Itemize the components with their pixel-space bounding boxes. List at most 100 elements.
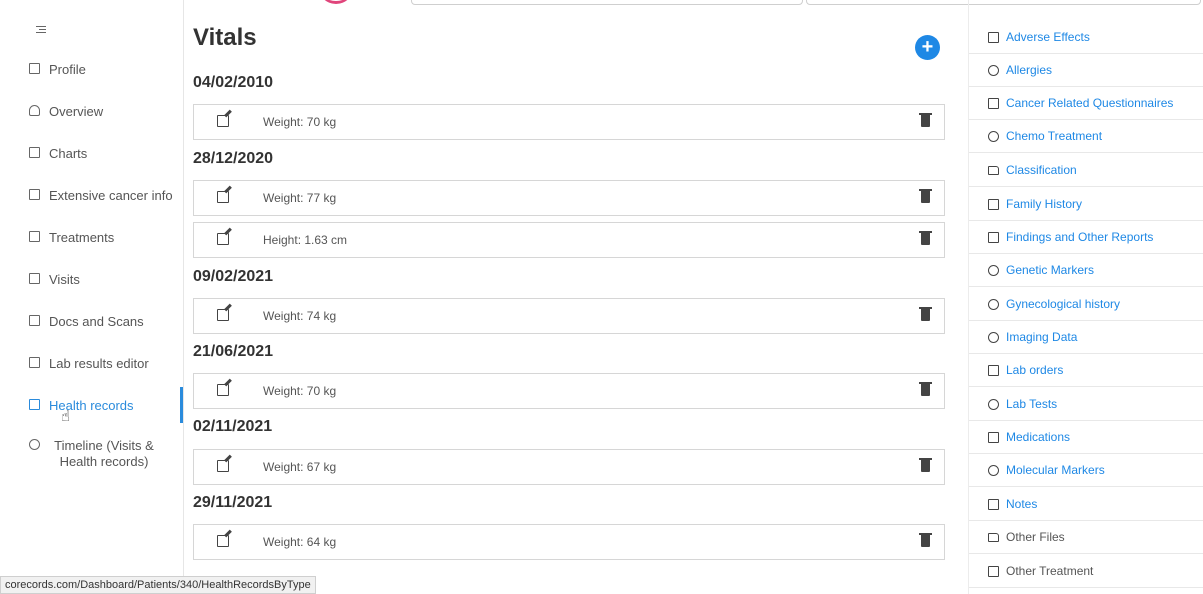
record-type-label: Cancer Related Questionnaires bbox=[1006, 96, 1174, 110]
hand-cursor-icon: ☝ bbox=[61, 408, 71, 425]
record-type-family-history[interactable]: Family History bbox=[969, 188, 1203, 221]
edit-icon[interactable] bbox=[217, 191, 229, 203]
allergies-icon bbox=[988, 64, 999, 76]
menu-toggle-icon[interactable] bbox=[36, 26, 46, 35]
trash-icon[interactable] bbox=[919, 307, 932, 321]
sidebar-item-profile[interactable]: Profile bbox=[0, 62, 184, 78]
treatment-icon bbox=[988, 565, 999, 577]
record-row: Height: 1.63 cm bbox=[193, 222, 945, 258]
clipboard-icon bbox=[29, 189, 40, 200]
record-type-cancer-questionnaires[interactable]: Cancer Related Questionnaires bbox=[969, 87, 1203, 120]
record-row: Weight: 64 kg bbox=[193, 524, 945, 560]
record-type-other-files[interactable]: Other Files bbox=[969, 521, 1203, 554]
add-record-button[interactable]: + bbox=[915, 35, 940, 60]
record-type-notes[interactable]: Notes bbox=[969, 488, 1203, 521]
adverse-effects-icon bbox=[988, 31, 999, 43]
record-type-panel: Adverse Effects Allergies Cancer Related… bbox=[968, 0, 1203, 594]
record-type-label: Gynecological history bbox=[1006, 297, 1121, 311]
record-type-label: Genetic Markers bbox=[1006, 263, 1095, 277]
edit-icon[interactable] bbox=[217, 460, 229, 472]
trash-icon[interactable] bbox=[919, 382, 932, 396]
sidebar-item-charts[interactable]: Charts bbox=[0, 146, 184, 162]
record-type-other-treatment[interactable]: Other Treatment bbox=[969, 555, 1203, 588]
record-type-label: Molecular Markers bbox=[1006, 463, 1105, 477]
sidebar-item-health-records[interactable]: Health records bbox=[0, 398, 184, 414]
sidebar-item-label: Overview bbox=[49, 104, 104, 119]
document-icon bbox=[988, 231, 999, 243]
date-heading: 29/11/2021 bbox=[193, 494, 273, 511]
record-type-medications[interactable]: Medications bbox=[969, 421, 1203, 454]
record-type-label: Lab Tests bbox=[1006, 397, 1058, 411]
record-type-molecular-markers[interactable]: Molecular Markers bbox=[969, 454, 1203, 487]
record-type-label: Imaging Data bbox=[1006, 330, 1078, 344]
folder-icon bbox=[988, 532, 999, 542]
note-icon bbox=[988, 498, 999, 510]
record-row: Weight: 67 kg bbox=[193, 449, 945, 485]
sidebar-item-visits[interactable]: Visits bbox=[0, 272, 184, 288]
sidebar-item-extensive-cancer-info[interactable]: Extensive cancer info bbox=[0, 188, 184, 204]
record-type-label: Classification bbox=[1006, 163, 1077, 177]
edit-icon[interactable] bbox=[217, 233, 229, 245]
record-type-label: Other Files bbox=[1006, 530, 1065, 544]
chart-icon bbox=[29, 147, 40, 158]
sidebar-item-label: Docs and Scans bbox=[49, 314, 144, 329]
record-type-imaging-data[interactable]: Imaging Data bbox=[969, 321, 1203, 354]
page-title: Vitals bbox=[193, 24, 257, 51]
sidebar-item-timeline[interactable]: Timeline (Visits & Health records) bbox=[0, 438, 175, 470]
sidebar-item-label: Treatments bbox=[49, 230, 115, 245]
trash-icon[interactable] bbox=[919, 113, 932, 127]
record-type-lab-tests[interactable]: Lab Tests bbox=[969, 388, 1203, 421]
calendar-icon bbox=[29, 273, 40, 284]
sidebar-item-label: Lab results editor bbox=[49, 356, 149, 371]
record-type-genetic-markers[interactable]: Genetic Markers bbox=[969, 254, 1203, 287]
record-row: Weight: 70 kg bbox=[193, 104, 945, 140]
dna-icon bbox=[988, 264, 999, 276]
document-icon bbox=[988, 97, 999, 109]
sidebar-item-label: Profile bbox=[49, 62, 86, 77]
trash-icon[interactable] bbox=[919, 533, 932, 547]
edit-icon[interactable] bbox=[217, 384, 229, 396]
active-indicator bbox=[180, 387, 183, 423]
sidebar-item-docs-and-scans[interactable]: Docs and Scans bbox=[0, 314, 184, 330]
sidebar-item-label: Extensive cancer info bbox=[49, 188, 173, 203]
edit-icon[interactable] bbox=[217, 115, 229, 127]
sidebar-item-overview[interactable]: Overview bbox=[0, 104, 184, 120]
profile-card-icon bbox=[29, 63, 40, 74]
record-text: Height: 1.63 cm bbox=[263, 233, 348, 247]
date-heading: 21/06/2021 bbox=[193, 343, 274, 360]
record-type-lab-orders[interactable]: Lab orders bbox=[969, 354, 1203, 387]
record-type-allergies[interactable]: Allergies bbox=[969, 54, 1203, 87]
record-row: Weight: 77 kg bbox=[193, 180, 945, 216]
record-type-chemo-treatment[interactable]: Chemo Treatment bbox=[969, 120, 1203, 153]
record-type-adverse-effects[interactable]: Adverse Effects bbox=[969, 21, 1203, 54]
sidebar-item-label: Timeline (Visits & Health records) bbox=[54, 438, 154, 469]
clock-icon bbox=[29, 439, 40, 450]
record-text: Weight: 64 kg bbox=[263, 535, 337, 549]
record-type-label: Chemo Treatment bbox=[1006, 129, 1103, 143]
record-text: Weight: 70 kg bbox=[263, 115, 337, 129]
trash-icon[interactable] bbox=[919, 231, 932, 245]
sidebar-item-label: Visits bbox=[49, 272, 80, 287]
date-heading: 28/12/2020 bbox=[193, 150, 274, 167]
trash-icon[interactable] bbox=[919, 458, 932, 472]
sidebar-item-lab-results-editor[interactable]: Lab results editor bbox=[0, 356, 184, 372]
trash-icon[interactable] bbox=[919, 189, 932, 203]
record-type-gynecological-history[interactable]: Gynecological history bbox=[969, 288, 1203, 321]
record-type-findings-reports[interactable]: Findings and Other Reports bbox=[969, 221, 1203, 254]
record-type-label: Allergies bbox=[1006, 63, 1053, 77]
record-type-classification[interactable]: Classification bbox=[969, 154, 1203, 187]
gynecology-icon bbox=[988, 298, 999, 310]
dna-icon bbox=[988, 464, 999, 476]
medication-icon bbox=[988, 431, 999, 443]
imaging-icon bbox=[988, 331, 999, 343]
date-heading: 04/02/2010 bbox=[193, 74, 274, 91]
record-type-label: Other Treatment bbox=[1006, 564, 1094, 578]
edit-icon[interactable] bbox=[217, 309, 229, 321]
edit-icon[interactable] bbox=[217, 535, 229, 547]
sidebar-item-treatments[interactable]: Treatments bbox=[0, 230, 184, 246]
record-row: Weight: 70 kg bbox=[193, 373, 945, 409]
document-icon bbox=[29, 315, 40, 326]
record-type-label: Findings and Other Reports bbox=[1006, 230, 1154, 244]
record-row: Weight: 74 kg bbox=[193, 298, 945, 334]
folder-icon bbox=[988, 165, 999, 175]
